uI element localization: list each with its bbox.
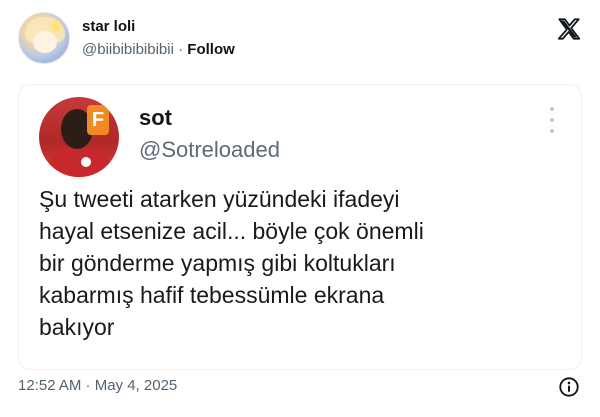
embedded-author-avatar: F <box>39 97 119 177</box>
kebab-dot <box>550 107 554 111</box>
embedded-author-handle: @Sotreloaded <box>139 137 280 162</box>
kebab-dot <box>550 118 554 122</box>
embed-header: star loli @biibibibibibii · Follow <box>0 0 600 76</box>
more-options-icon <box>549 107 555 133</box>
author-handle-row: @biibibibibibii · Follow <box>82 41 235 58</box>
author-avatar[interactable] <box>18 12 70 64</box>
separator-dot: · <box>178 41 184 58</box>
avatar-badge: F <box>87 105 109 135</box>
post-timestamp[interactable]: 12:52 AM · May 4, 2025 <box>18 377 177 394</box>
avatar-crest-shape <box>81 157 91 167</box>
info-icon[interactable] <box>558 376 580 398</box>
embedded-tweet-text: Şu tweeti atarken yüzündeki ifadeyi haya… <box>39 186 424 340</box>
embedded-author-name: sot <box>139 105 172 130</box>
embedded-tweet-screenshot[interactable]: F sot @Sotreloaded Şu tweeti atarken yüz… <box>18 84 582 370</box>
x-logo-icon[interactable] <box>556 16 582 42</box>
author-handle[interactable]: @biibibibibibii <box>82 41 174 58</box>
author-name[interactable]: star loli <box>82 18 135 35</box>
follow-button[interactable]: Follow <box>187 41 235 58</box>
avatar-jersey-shape <box>45 147 113 177</box>
kebab-dot <box>550 129 554 133</box>
avatar-face-shape <box>33 31 57 53</box>
